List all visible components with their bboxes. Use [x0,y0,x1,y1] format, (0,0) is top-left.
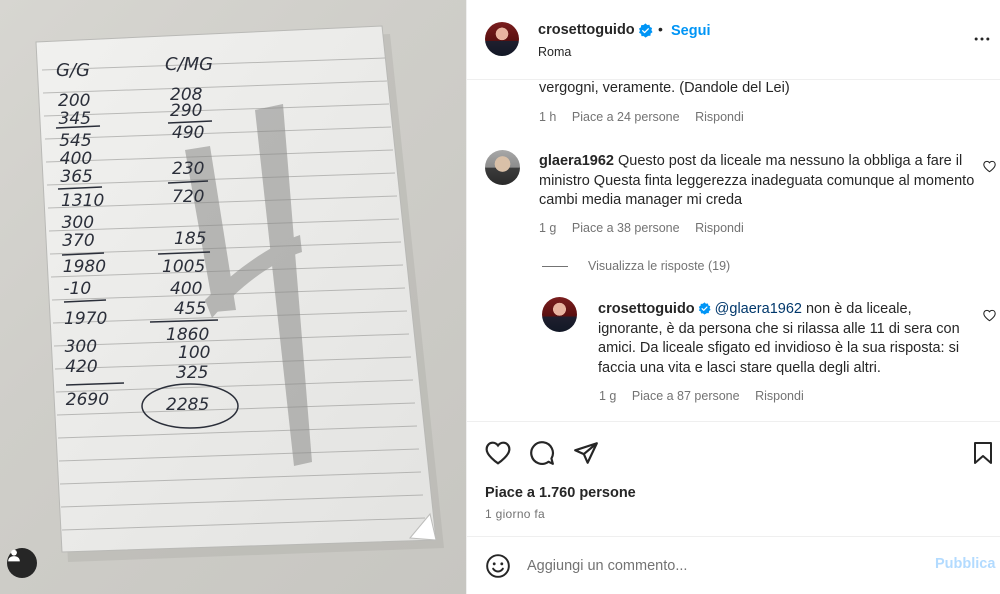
reply-like-heart-icon[interactable] [983,309,996,322]
reply-likes[interactable]: Piace a 87 persone [632,389,740,403]
note-number: 1860 [166,325,209,345]
comment-like-heart-icon[interactable] [983,160,996,173]
post-side-panel: crosettoguido • Segui Roma vergogni, ver… [466,0,1000,594]
reply-button[interactable]: Rispondi [755,389,804,403]
comment-likes[interactable]: Piace a 24 persone [572,110,680,124]
note-number: 290 [170,101,202,121]
note-number: 325 [176,363,208,383]
note-number: 545 [59,131,91,151]
note-number: 365 [60,167,92,187]
reply-time[interactable]: 1 g [599,389,616,403]
note-number: 370 [62,231,94,251]
note-number: 400 [170,279,202,299]
verified-badge-icon [638,23,653,38]
reply-button[interactable]: Rispondi [695,110,744,124]
comment-meta: 1 h Piace a 24 persone Rispondi [539,110,756,124]
reply-mention-link[interactable]: @glaera1962 [715,301,802,317]
note-number: 300 [62,213,94,233]
note-number: 200 [58,91,90,111]
col2-header-text: C/MG [165,54,213,75]
reply-username[interactable]: crosettoguido [598,301,695,317]
view-replies-label: Visualizza le risposte (19) [588,259,731,273]
note-number: 1005 [162,257,205,277]
commenter-username[interactable]: glaera1962 [539,153,614,169]
publish-button[interactable]: Pubblica [935,556,995,572]
author-avatar[interactable] [485,22,519,56]
note-number: 2690 [66,390,109,410]
note-number: 1980 [63,257,106,277]
note-number: 1970 [64,309,107,329]
post-header: crosettoguido • Segui Roma [467,0,1000,80]
follow-button[interactable]: Segui [671,23,710,39]
post-actions: Piace a 1.760 persone 1 giorno fa [467,421,1000,531]
user-tag-icon [8,549,20,562]
reply-meta: 1 g Piace a 87 persone Rispondi [599,389,816,403]
header-separator: • [658,21,663,37]
comment-meta: 1 g Piace a 38 persone Rispondi [539,221,756,235]
comment-icon[interactable] [529,440,555,466]
reply-author-avatar[interactable] [542,297,577,332]
note-number: 1310 [61,191,104,211]
note-number: 420 [65,357,97,377]
notepad-photo: G/G C/MG 20034554540036513103003701980-1… [35,25,444,562]
share-icon[interactable] [573,440,599,466]
comment-time[interactable]: 1 g [539,221,556,235]
comment-body: glaera1962 Questo post da liceale ma nes… [539,152,979,211]
note-number: 400 [60,149,92,169]
post-image[interactable]: G/G C/MG 200 345 545 400 365 1310 300 370 1980 -1… [0,0,466,594]
more-options-icon[interactable] [972,29,992,49]
note-number: 230 [172,159,204,179]
note-number: 720 [172,187,204,207]
note-number: 185 [174,229,206,249]
verified-badge-icon [698,302,711,315]
note-number: 2285 [166,395,209,415]
heart-icon[interactable] [485,440,511,466]
author-username[interactable]: crosettoguido [538,22,635,38]
note-number: 300 [65,337,97,357]
comment-likes[interactable]: Piace a 38 persone [572,221,680,235]
note-number: 100 [178,343,210,363]
user-tag-button[interactable] [7,548,37,578]
comment-composer: Pubblica [467,536,1000,594]
col1-header-text: G/G [56,60,90,81]
emoji-icon[interactable] [485,553,511,579]
likes-count[interactable]: Piace a 1.760 persone [485,485,636,501]
note-number: -10 [63,279,91,299]
post-date[interactable]: 1 giorno fa [485,507,545,521]
view-replies-line [542,265,568,267]
bookmark-icon[interactable] [971,440,995,466]
note-number: 455 [174,299,206,319]
reply-button[interactable]: Rispondi [695,221,744,235]
view-replies-button[interactable]: Visualizza le risposte (19) [542,259,730,273]
commenter-avatar[interactable] [485,150,520,185]
post-location[interactable]: Roma [538,45,571,59]
comment-input[interactable] [527,555,927,577]
comment-text: vergogni, veramente. (Dandole del Lei) [539,80,790,96]
comment-time[interactable]: 1 h [539,110,556,124]
note-number: 490 [172,123,204,143]
reply-body: crosettoguido @glaera1962 non è da liceal… [598,300,978,378]
